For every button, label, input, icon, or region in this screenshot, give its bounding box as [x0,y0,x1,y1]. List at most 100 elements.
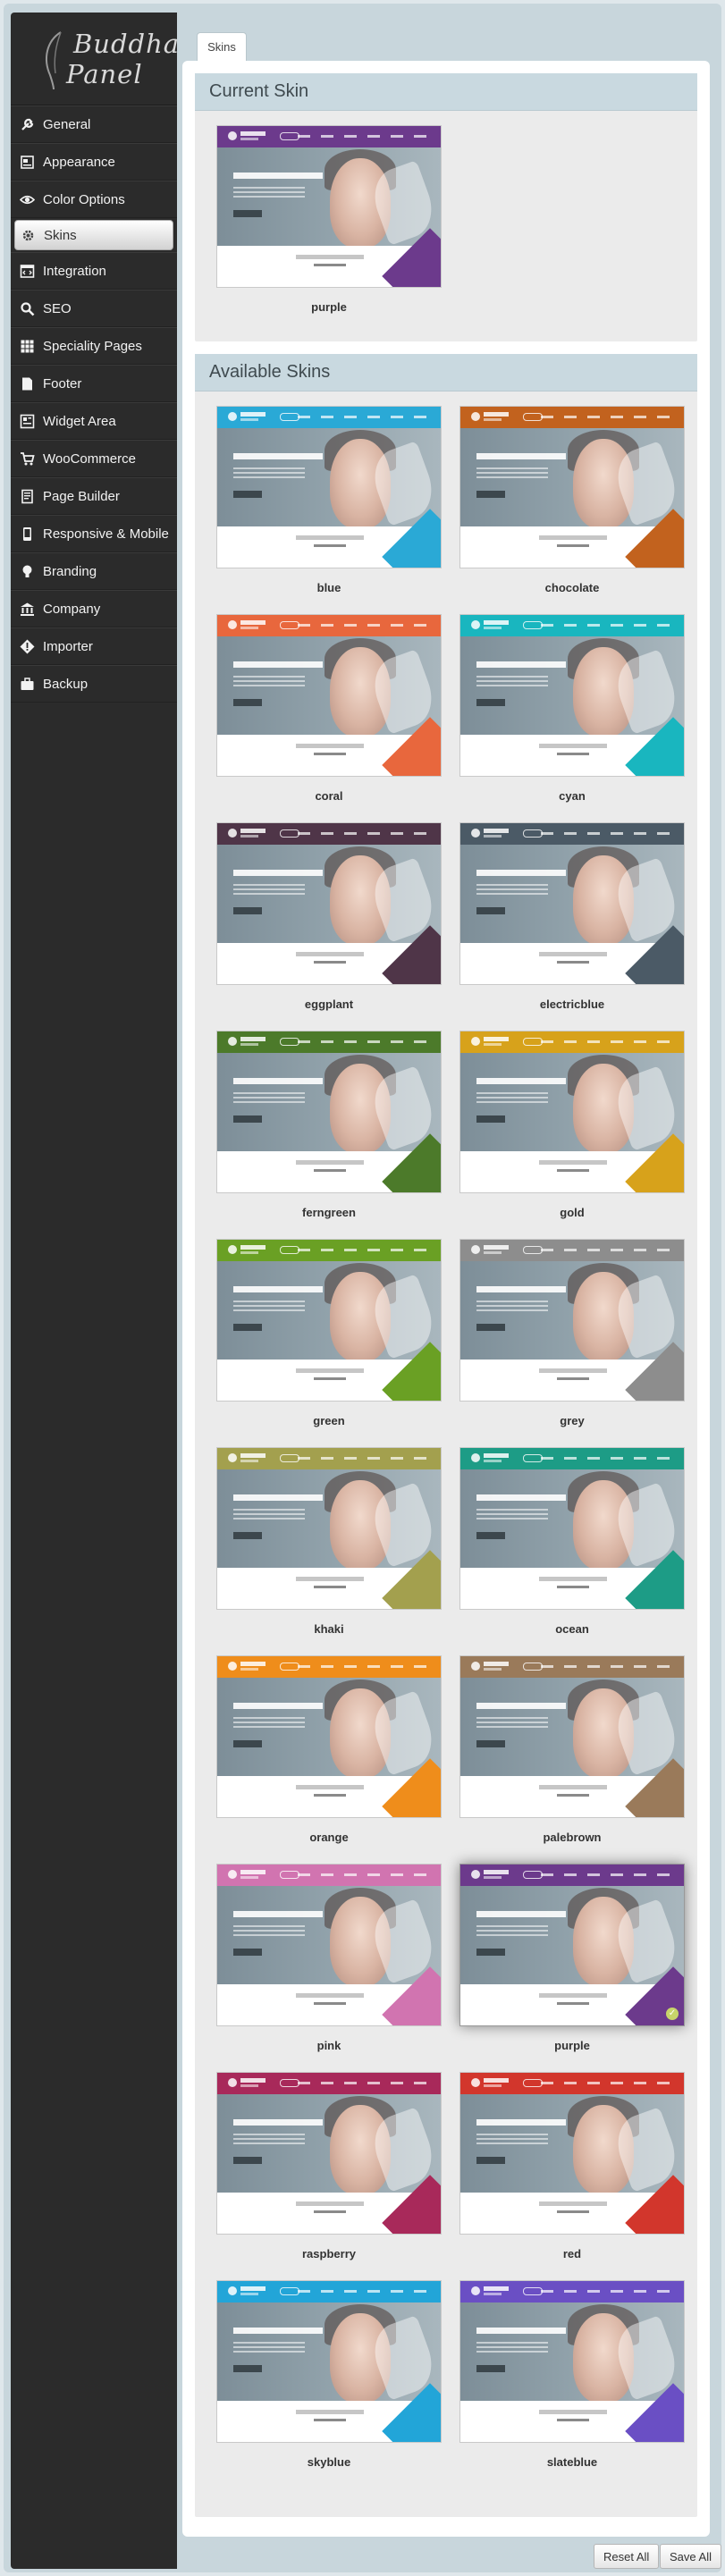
skin-thumbnail[interactable] [216,822,442,985]
sidebar-item-speciality-pages[interactable]: Speciality Pages [11,327,177,365]
thumbnail-header-bar [460,1865,684,1886]
layout-icon [20,155,35,170]
skin-thumbnail[interactable] [459,1655,685,1818]
sidebar-item-skins[interactable]: Skins [14,220,173,250]
skin-card-cyan[interactable]: cyan [459,614,685,803]
skin-card-red[interactable]: red [459,2072,685,2260]
thumbnail-hero [217,2302,441,2403]
skin-card-eggplant[interactable]: eggplant [216,822,442,1011]
document-icon [20,376,35,391]
skin-thumbnail[interactable] [216,2072,442,2235]
skin-card-grey[interactable]: grey [459,1239,685,1427]
skin-card-purple[interactable]: ✓ purple [459,1864,685,2052]
sidebar-item-footer[interactable]: Footer [11,365,177,402]
sidebar-item-label: Branding [43,563,97,579]
skin-card-ferngreen[interactable]: ferngreen [216,1031,442,1219]
skin-card-slateblue[interactable]: slateblue [459,2280,685,2469]
sidebar-item-importer[interactable]: Importer [11,627,177,665]
skin-card-skyblue[interactable]: skyblue [216,2280,442,2469]
page-icon [20,489,35,504]
skin-card-gold[interactable]: gold [459,1031,685,1219]
skin-card-purple[interactable]: purple [216,125,442,314]
tab-skins[interactable]: Skins [197,32,247,61]
skin-thumbnail[interactable] [216,406,442,568]
skin-card-pink[interactable]: pink [216,1864,442,2052]
sidebar-item-seo[interactable]: SEO [11,290,177,327]
skin-thumbnail[interactable] [216,1239,442,1402]
sidebar: Buddha Panel General Appearance Color Opti… [11,13,179,2569]
sidebar-item-color-options[interactable]: Color Options [11,181,177,218]
skin-card-palebrown[interactable]: palebrown [459,1655,685,1844]
selected-check-icon: ✓ [666,2008,679,2020]
skin-card-khaki[interactable]: khaki [216,1447,442,1636]
thumbnail-header-bar [217,126,441,147]
skin-thumbnail[interactable] [216,2280,442,2443]
skin-thumbnail[interactable] [459,1239,685,1402]
sidebar-item-integration[interactable]: Integration [11,252,177,290]
skin-thumbnail[interactable] [216,1031,442,1193]
sidebar-item-label: Widget Area [43,413,116,429]
sidebar-item-appearance[interactable]: Appearance [11,143,177,181]
skin-thumbnail[interactable] [216,1655,442,1818]
skin-thumbnail[interactable] [216,125,442,288]
thumbnail-hero [217,2094,441,2194]
skin-name: ocean [555,1622,589,1636]
sidebar-item-widget-area[interactable]: Widget Area [11,402,177,440]
thumbnail-header-bar [460,1656,684,1678]
sidebar-item-backup[interactable]: Backup [11,665,177,703]
skin-card-blue[interactable]: blue [216,406,442,594]
thumbnail-hero [460,1053,684,1153]
thumbnail-hero [460,428,684,528]
skin-thumbnail[interactable] [459,406,685,568]
thumbnail-header-bar [217,2281,441,2302]
available-skins-heading: Available Skins [195,354,697,391]
skin-thumbnail[interactable] [216,1864,442,2026]
thumbnail-header-bar [217,615,441,636]
sidebar-item-label: Appearance [43,154,115,170]
skin-name: blue [316,581,341,594]
sidebar-item-woocommerce[interactable]: WooCommerce [11,440,177,477]
skin-thumbnail[interactable]: ✓ [459,1864,685,2026]
sidebar-item-branding[interactable]: Branding [11,552,177,590]
sidebar-item-page-builder[interactable]: Page Builder [11,477,177,515]
skin-thumbnail[interactable] [459,822,685,985]
skin-name: green [313,1414,345,1427]
sidebar-item-company[interactable]: Company [11,590,177,627]
thumbnail-hero [460,1678,684,1778]
skin-thumbnail[interactable] [459,2280,685,2443]
sidebar-item-responsive-mobile[interactable]: Responsive & Mobile [11,515,177,552]
skin-thumbnail[interactable] [459,614,685,777]
skin-name: cyan [559,789,586,803]
thumbnail-header-bar [460,1448,684,1469]
skin-card-chocolate[interactable]: chocolate [459,406,685,594]
thumbnail-hero [460,2302,684,2403]
skin-name: slateblue [546,2455,598,2469]
skin-card-coral[interactable]: coral [216,614,442,803]
skin-name: orange [309,1831,349,1844]
skin-card-orange[interactable]: orange [216,1655,442,1844]
skin-card-raspberry[interactable]: raspberry [216,2072,442,2260]
skin-thumbnail[interactable] [459,1447,685,1610]
skin-thumbnail[interactable] [216,614,442,777]
brand-line-2: Panel [66,59,143,89]
skin-card-green[interactable]: green [216,1239,442,1427]
briefcase-icon [20,677,35,692]
thumbnail-hero [460,2094,684,2194]
skin-thumbnail[interactable] [216,1447,442,1610]
skin-name: chocolate [544,581,600,594]
sidebar-item-general[interactable]: General [11,105,177,143]
skin-card-ocean[interactable]: ocean [459,1447,685,1636]
skin-name: eggplant [304,998,354,1011]
skin-card-electricblue[interactable]: electricblue [459,822,685,1011]
save-all-button[interactable]: Save All [660,2544,721,2569]
skin-thumbnail[interactable] [459,1031,685,1193]
skin-name: skyblue [307,2455,351,2469]
thumbnail-hero [217,147,441,248]
thumbnail-hero [460,1261,684,1361]
widgets-icon [20,414,35,429]
sidebar-item-label: Page Builder [43,488,120,504]
reset-all-button[interactable]: Reset All [594,2544,660,2569]
thumbnail-header-bar [217,1656,441,1678]
bank-icon [20,602,35,617]
skin-thumbnail[interactable] [459,2072,685,2235]
